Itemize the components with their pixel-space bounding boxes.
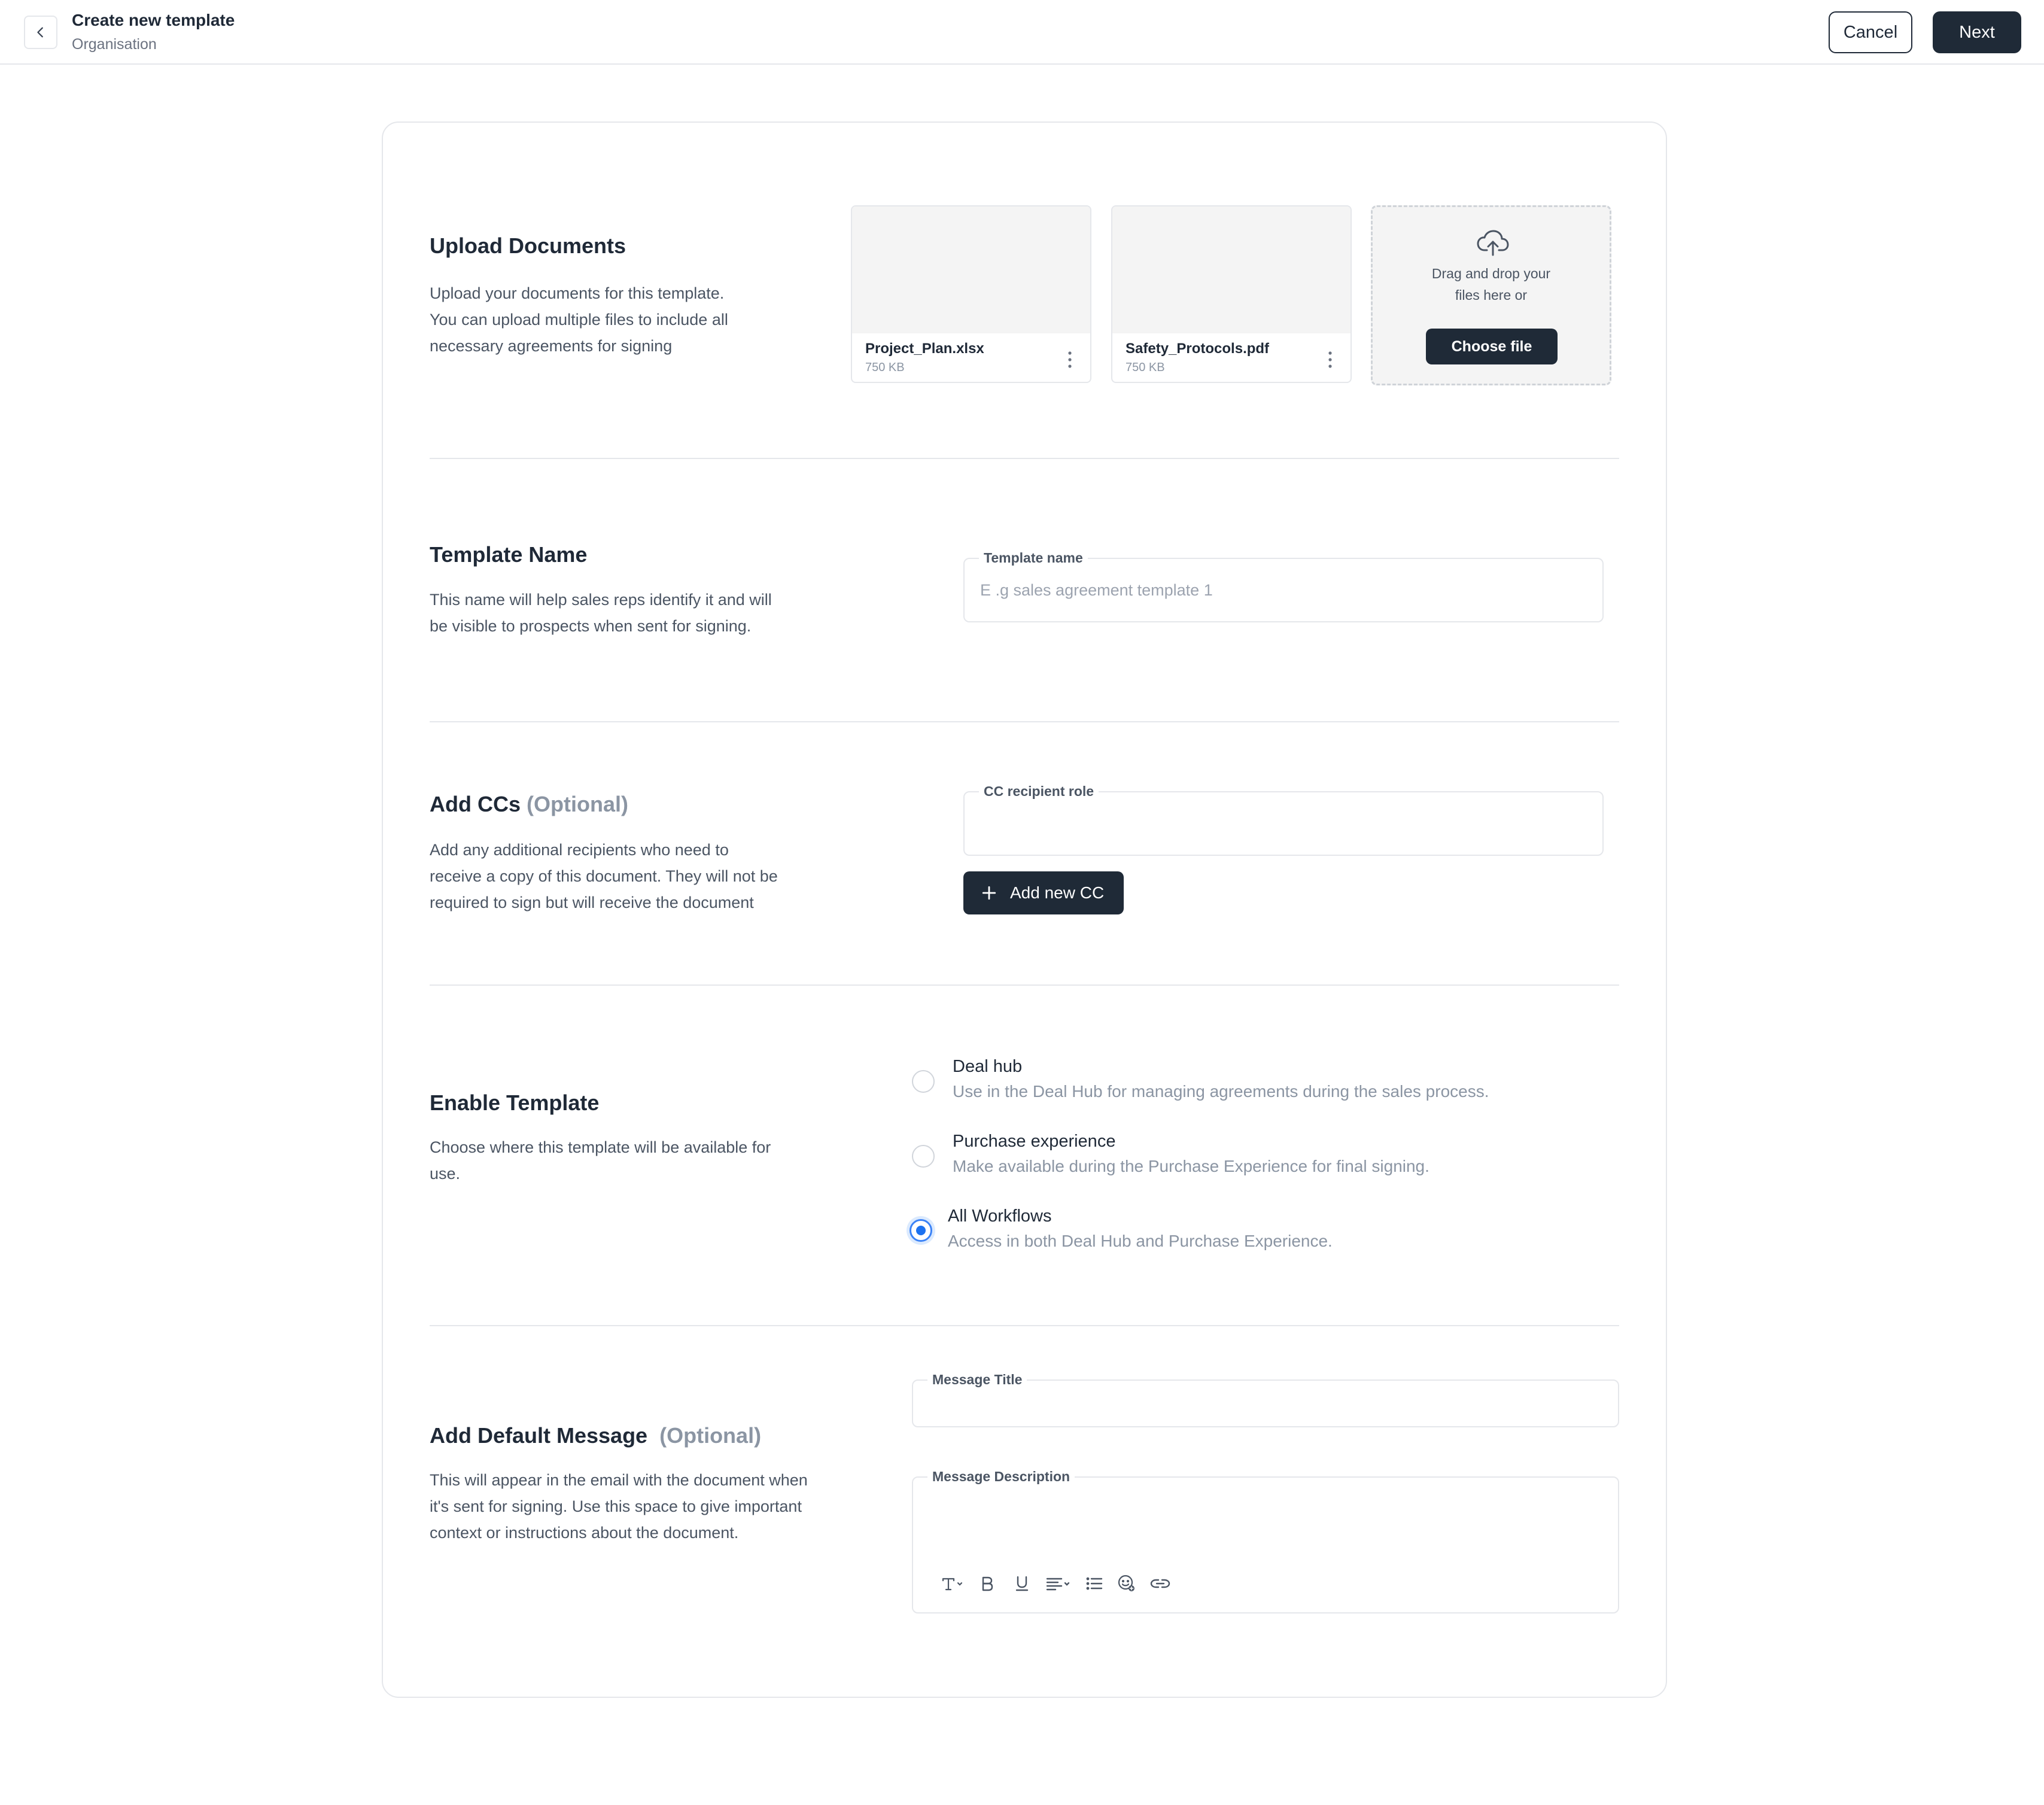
ccs-section-title: Add CCs (Optional) <box>430 792 628 817</box>
file-size: 750 KB <box>1126 361 1165 374</box>
section-divider <box>430 984 1619 986</box>
description-line: it's sent for signing. Use this space to… <box>430 1497 802 1515</box>
add-new-cc-label: Add new CC <box>1010 883 1105 902</box>
list-icon[interactable] <box>1079 1570 1110 1597</box>
template-name-section-description: This name will help sales reps identify … <box>430 587 772 639</box>
description-line: necessary agreements for signing <box>430 337 673 355</box>
option-title-all-workflows: All Workflows <box>948 1207 1052 1226</box>
file-dropzone[interactable]: Drag and drop your files here or Choose … <box>1371 205 1611 385</box>
dropzone-text: Drag and drop your files here or <box>1373 263 1610 306</box>
choose-file-button[interactable]: Choose file <box>1426 329 1558 364</box>
description-line: This will appear in the email with the d… <box>430 1471 808 1489</box>
cloud-upload-icon <box>1477 230 1509 256</box>
description-line: receive a copy of this document. They wi… <box>430 867 778 885</box>
cc-recipient-role-field: CC recipient role <box>963 783 1604 856</box>
optional-tag: (Optional) <box>659 1423 762 1448</box>
add-new-cc-button[interactable]: Add new CC <box>963 871 1124 914</box>
section-divider <box>430 458 1619 459</box>
link-icon[interactable] <box>1143 1570 1177 1597</box>
file-tile[interactable]: Project_Plan.xlsx 750 KB <box>851 205 1091 383</box>
radio-purchase-experience[interactable] <box>912 1145 935 1168</box>
ccs-title-text: Add CCs <box>430 792 521 816</box>
upload-section-title: Upload Documents <box>430 233 626 258</box>
dropzone-line: files here or <box>1455 287 1528 303</box>
description-line: You can upload multiple files to include… <box>430 311 728 329</box>
top-bar: Create new template Organisation Cancel … <box>0 0 2044 65</box>
ccs-section-description: Add any additional recipients who need t… <box>430 837 778 916</box>
description-line: required to sign but will receive the do… <box>430 894 754 911</box>
option-description-deal-hub: Use in the Deal Hub for managing agreeme… <box>953 1082 1489 1101</box>
cancel-button[interactable]: Cancel <box>1829 11 1912 53</box>
template-name-input[interactable] <box>980 559 1587 621</box>
file-tile[interactable]: Safety_Protocols.pdf 750 KB <box>1111 205 1352 383</box>
chevron-left-icon <box>37 27 43 38</box>
page-title: Create new template <box>72 11 235 29</box>
description-line: be visible to prospects when sent for si… <box>430 617 752 635</box>
radio-deal-hub[interactable] <box>912 1070 935 1093</box>
next-button[interactable]: Next <box>1933 11 2021 53</box>
file-preview <box>1112 206 1350 333</box>
option-description-purchase-experience: Make available during the Purchase Exper… <box>953 1157 1429 1175</box>
section-divider <box>430 1325 1619 1326</box>
template-name-section-title: Template Name <box>430 542 588 567</box>
bold-icon[interactable] <box>970 1570 1005 1597</box>
align-icon[interactable] <box>1039 1570 1079 1597</box>
text-style-icon[interactable] <box>936 1570 970 1597</box>
option-title-deal-hub: Deal hub <box>953 1057 1023 1076</box>
more-options-icon[interactable] <box>1324 349 1336 370</box>
description-line: Upload your documents for this template. <box>430 284 725 302</box>
plus-icon <box>982 886 996 900</box>
section-divider <box>430 721 1619 722</box>
underline-icon[interactable] <box>1005 1570 1039 1597</box>
message-section-title: Add Default Message (Optional) <box>430 1423 761 1448</box>
file-size: 750 KB <box>865 361 905 374</box>
message-title-input[interactable] <box>929 1381 1602 1426</box>
description-line: context or instructions about the docume… <box>430 1524 739 1542</box>
template-name-field: Template name <box>963 549 1604 622</box>
description-line: Choose where this template will be avail… <box>430 1138 771 1156</box>
radio-all-workflows[interactable] <box>910 1219 932 1242</box>
message-title-field: Message Title <box>912 1371 1619 1427</box>
option-title-purchase-experience: Purchase experience <box>953 1132 1116 1151</box>
message-title-text: Add Default Message <box>430 1423 648 1448</box>
more-options-icon[interactable] <box>1064 349 1076 370</box>
enable-section-description: Choose where this template will be avail… <box>430 1134 771 1187</box>
description-line: use. <box>430 1165 461 1183</box>
page-subtitle: Organisation <box>72 36 157 53</box>
back-button[interactable] <box>24 16 57 49</box>
file-name: Safety_Protocols.pdf <box>1126 341 1270 357</box>
emoji-icon[interactable] <box>1110 1570 1143 1597</box>
option-description-all-workflows: Access in both Deal Hub and Purchase Exp… <box>948 1232 1333 1250</box>
file-preview <box>852 206 1090 333</box>
message-description-input[interactable] <box>929 1497 1602 1569</box>
optional-tag: (Optional) <box>527 792 628 816</box>
file-name: Project_Plan.xlsx <box>865 341 984 357</box>
cc-recipient-role-input[interactable] <box>980 792 1587 855</box>
message-description-label: Message Description <box>927 1468 1075 1485</box>
enable-section-title: Enable Template <box>430 1090 600 1115</box>
upload-section-description: Upload your documents for this template.… <box>430 280 728 359</box>
message-section-description: This will appear in the email with the d… <box>430 1467 808 1546</box>
dropzone-line: Drag and drop your <box>1431 266 1551 281</box>
rich-text-toolbar <box>936 1570 1177 1597</box>
description-line: This name will help sales reps identify … <box>430 591 772 609</box>
description-line: Add any additional recipients who need t… <box>430 841 729 859</box>
